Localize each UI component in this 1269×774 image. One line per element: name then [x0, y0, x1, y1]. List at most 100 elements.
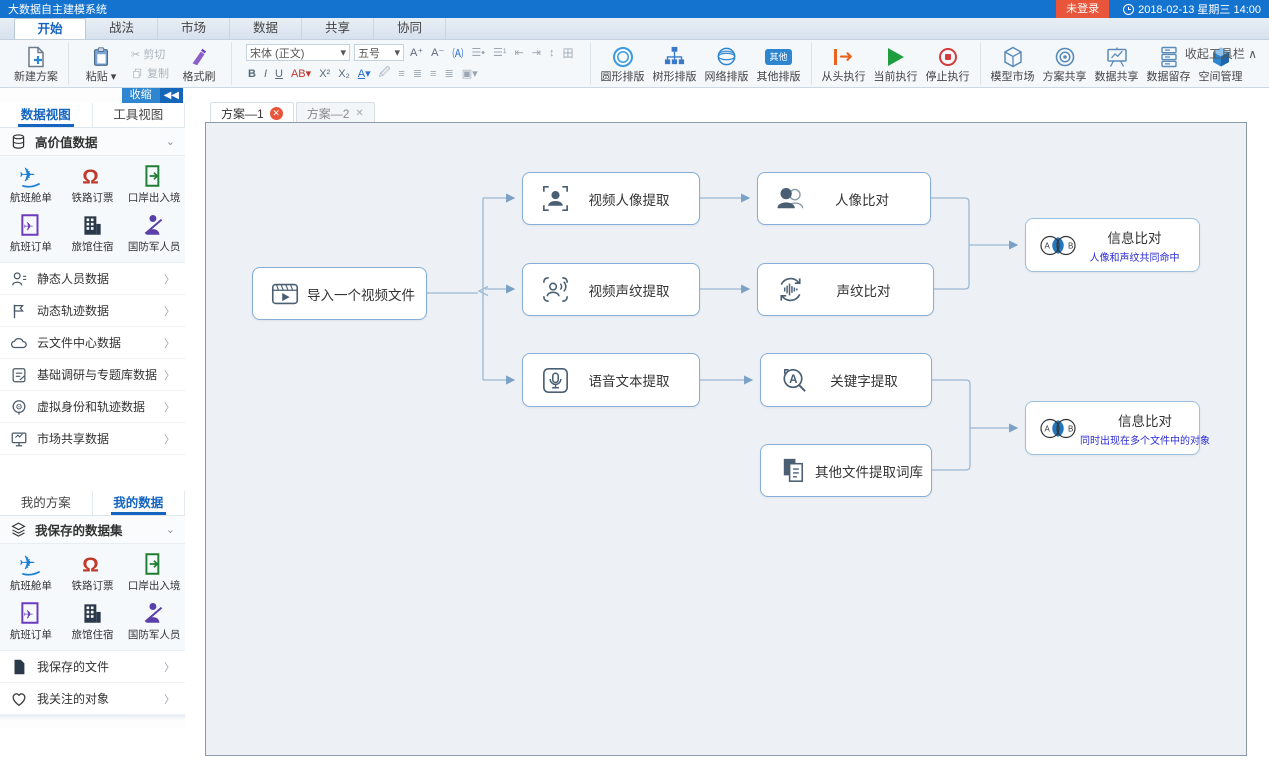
- flow-node-face-extract[interactable]: 视频人像提取: [522, 172, 700, 225]
- sidebar-item-static-personnel[interactable]: 静态人员数据〉: [0, 263, 185, 295]
- align-right-icon[interactable]: ≡: [428, 68, 438, 80]
- canvas-tab-plan-1[interactable]: 方案—1 ✕: [210, 102, 294, 123]
- justify-icon[interactable]: ≣: [442, 67, 455, 80]
- sidebar-item-cloud-file-center[interactable]: 云文件中心数据〉: [0, 327, 185, 359]
- plan-share-button[interactable]: 方案共享: [1039, 42, 1091, 86]
- sidebar-collapse-button[interactable]: 收缩 ◀◀: [122, 88, 183, 103]
- dataset-military-personnel[interactable]: 国防军人员: [123, 209, 185, 258]
- info-compare-title: 信息比对: [1118, 410, 1172, 430]
- flow-node-keyword-extract[interactable]: 关键字提取: [760, 353, 932, 407]
- database-icon: [10, 133, 27, 150]
- section-high-value-data[interactable]: 高价值数据 ⌄: [0, 128, 185, 156]
- dataset-hotel-stay[interactable]: 旅馆住宿: [62, 597, 124, 646]
- menu-tab-share[interactable]: 共享: [302, 18, 374, 39]
- dataset-military-personnel[interactable]: 国防军人员: [123, 597, 185, 646]
- copy-button[interactable]: 复制: [127, 65, 173, 81]
- data-share-button[interactable]: 数据共享: [1091, 42, 1143, 86]
- circle-layout-button[interactable]: 圆形排版: [597, 42, 649, 86]
- close-tab-icon[interactable]: ✕: [355, 108, 363, 119]
- layers-icon: [10, 521, 27, 538]
- ribbon-toolbar: 新建方案 粘贴 ▾ ✂剪切 复制 格式刷 宋体 (正文)▾ 五号▾ A: [0, 40, 1269, 88]
- tab-my-data[interactable]: 我的数据: [93, 491, 186, 515]
- network-layout-button[interactable]: 网络排版: [701, 42, 753, 86]
- model-market-button[interactable]: 模型市场: [987, 42, 1039, 86]
- line-spacing-icon[interactable]: ↕: [547, 47, 557, 59]
- section-saved-datasets[interactable]: 我保存的数据集 ⌄: [0, 516, 185, 544]
- login-status-badge[interactable]: 未登录: [1056, 0, 1109, 18]
- dataset-flight-manifest[interactable]: 航班舱单: [0, 160, 62, 209]
- dataset-border-entry[interactable]: 口岸出入境: [123, 548, 185, 597]
- flow-node-voiceprint-compare[interactable]: 声纹比对: [757, 263, 934, 316]
- grow-font-button[interactable]: A⁺: [408, 46, 425, 59]
- flow-node-voiceprint-extract[interactable]: 视频声纹提取: [522, 263, 700, 316]
- close-tab-icon[interactable]: ✕: [270, 107, 283, 120]
- new-plan-button[interactable]: 新建方案: [10, 42, 62, 86]
- outdent-icon[interactable]: ⇤: [513, 46, 526, 59]
- sidebar-item-survey-library[interactable]: 基础调研与专题库数据〉: [0, 359, 185, 391]
- run-from-start-icon: ➜: [834, 44, 853, 70]
- paste-button[interactable]: 粘贴 ▾: [75, 42, 127, 86]
- strikethrough-button[interactable]: AB▾: [289, 67, 313, 80]
- dataset-flight-order[interactable]: 航班订单: [0, 597, 62, 646]
- menu-tab-collab[interactable]: 协同: [374, 18, 446, 39]
- tab-data-view[interactable]: 数据视图: [0, 103, 93, 127]
- tree-layout-button[interactable]: 树形排版: [649, 42, 701, 86]
- clear-format-icon[interactable]: 🄐: [450, 45, 465, 61]
- dataset-rail-ticket[interactable]: 铁路订票: [62, 160, 124, 209]
- flow-node-face-compare[interactable]: 人像比对: [757, 172, 931, 225]
- bullet-list-icon[interactable]: ☰•: [469, 46, 487, 59]
- sidebar-item-market-shared-data[interactable]: 市场共享数据〉: [0, 423, 185, 455]
- shading-icon[interactable]: ▣▾: [460, 67, 480, 80]
- collapse-toolbar-button[interactable]: 收起工具栏 ∧: [1185, 45, 1257, 62]
- menu-tab-tactics[interactable]: 战法: [86, 18, 158, 39]
- menu-tab-market[interactable]: 市场: [158, 18, 230, 39]
- menu-tab-start[interactable]: 开始: [14, 18, 86, 39]
- sidebar-item-virtual-identity[interactable]: 虚拟身份和轨迹数据〉: [0, 391, 185, 423]
- monitor-icon: [10, 430, 28, 448]
- font-size-select[interactable]: 五号▾: [354, 44, 404, 61]
- flow-node-info-compare-2[interactable]: A B 信息比对 同时出现在多个文件中的对象: [1025, 401, 1200, 455]
- highlight-button[interactable]: 🖉: [377, 64, 393, 83]
- sidebar-item-dynamic-trajectory[interactable]: 动态轨迹数据〉: [0, 295, 185, 327]
- table-icon[interactable]: 田: [561, 45, 576, 61]
- italic-button[interactable]: I: [262, 68, 269, 80]
- datetime-text: 2018-02-13 星期三 14:00: [1138, 1, 1261, 17]
- indent-icon[interactable]: ⇥: [530, 46, 543, 59]
- numbered-list-icon[interactable]: ☰¹: [491, 46, 509, 59]
- tab-tool-view[interactable]: 工具视图: [93, 103, 186, 127]
- superscript-button[interactable]: X²: [317, 68, 332, 80]
- dataset-rail-ticket[interactable]: 铁路订票: [62, 548, 124, 597]
- menu-tab-data[interactable]: 数据: [230, 18, 302, 39]
- dataset-hotel-stay[interactable]: 旅馆住宿: [62, 209, 124, 258]
- run-from-start-button[interactable]: ➜ 从头执行: [818, 42, 870, 86]
- flow-node-info-compare-1[interactable]: A B 信息比对 人像和声纹共同命中: [1025, 218, 1200, 272]
- flow-node-speech-to-text[interactable]: 语音文本提取: [522, 353, 700, 407]
- flow-node-other-files-lexicon[interactable]: 其他文件提取词库: [760, 444, 932, 497]
- other-layout-button[interactable]: 其他 其他排版: [753, 42, 805, 86]
- clipboard-small-stack: ✂剪切 复制: [127, 46, 173, 81]
- tab-my-plans[interactable]: 我的方案: [0, 491, 93, 515]
- font-color-button[interactable]: A▾: [356, 67, 373, 80]
- cut-button[interactable]: ✂剪切: [127, 46, 173, 62]
- refresh-waveform-icon: [768, 273, 812, 306]
- font-name-select[interactable]: 宋体 (正文)▾: [246, 44, 350, 61]
- align-center-icon[interactable]: ≣: [411, 67, 424, 80]
- high-value-dataset-grid: 航班舱单 铁路订票 口岸出入境 航班订单 旅馆住宿 国防军人员: [0, 156, 185, 263]
- underline-button[interactable]: U: [273, 68, 285, 80]
- sidebar-item-my-followed-objects[interactable]: 我关注的对象〉: [0, 683, 185, 715]
- align-left-icon[interactable]: ≡: [396, 68, 406, 80]
- shrink-font-button[interactable]: A⁻: [429, 46, 446, 59]
- format-painter-button[interactable]: 格式刷: [173, 42, 225, 86]
- chevron-right-icon: 〉: [164, 399, 175, 415]
- flow-node-import-video[interactable]: 导入一个视频文件: [252, 267, 427, 320]
- bold-button[interactable]: B: [246, 68, 258, 80]
- subscript-button[interactable]: X₂: [336, 68, 352, 80]
- dataset-flight-order[interactable]: 航班订单: [0, 209, 62, 258]
- flow-canvas[interactable]: 导入一个视频文件 视频人像提取 视频声纹提取 语音文本提取 人像比对: [205, 122, 1247, 756]
- dataset-border-entry[interactable]: 口岸出入境: [123, 160, 185, 209]
- run-current-button[interactable]: 当前执行: [870, 42, 922, 86]
- stop-run-button[interactable]: 停止执行: [922, 42, 974, 86]
- dataset-flight-manifest[interactable]: 航班舱单: [0, 548, 62, 597]
- sidebar-item-my-saved-files[interactable]: 我保存的文件〉: [0, 651, 185, 683]
- canvas-tab-plan-2[interactable]: 方案—2 ✕: [296, 102, 375, 123]
